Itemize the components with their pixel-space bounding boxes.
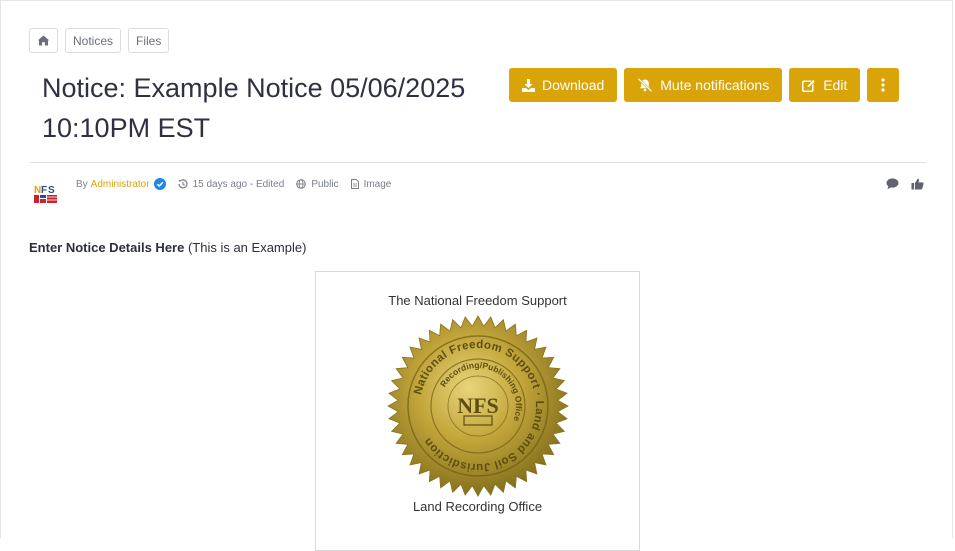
seal-center-text: NFS [457, 393, 499, 418]
mute-notifications-label: Mute notifications [660, 77, 770, 93]
header-divider [29, 162, 926, 163]
details-note: (This is an Example) [184, 240, 307, 255]
history-icon [177, 179, 188, 189]
breadcrumb-files[interactable]: Files [128, 28, 170, 53]
details-heading: Enter Notice Details Here [29, 240, 185, 255]
certificate-bottom-text: Land Recording Office [412, 499, 543, 514]
edit-icon [802, 78, 816, 92]
author-avatar[interactable]: N F S [33, 181, 59, 205]
certificate-top-text: The National Freedom Support [388, 293, 567, 308]
notice-details: Enter Notice Details Here (This is an Ex… [29, 240, 306, 255]
more-options-button[interactable] [867, 68, 900, 102]
breadcrumb-home[interactable] [29, 28, 58, 53]
post-time[interactable]: 15 days ago - Edited [177, 178, 285, 190]
download-label: Download [542, 77, 605, 93]
download-button[interactable]: Download [509, 68, 618, 102]
author-link[interactable]: Administrator [91, 179, 150, 190]
notice-image[interactable]: The National Freedom Support National Fr… [315, 271, 640, 551]
post-reactions [886, 178, 924, 190]
edit-button[interactable]: Edit [789, 68, 861, 102]
type-label: Image [363, 178, 392, 190]
download-icon [522, 78, 535, 92]
svg-text:S: S [48, 185, 55, 196]
mute-notifications-button[interactable]: Mute notifications [624, 68, 783, 102]
svg-text:F: F [41, 185, 47, 196]
home-icon [37, 35, 50, 46]
post-type: Image [350, 178, 392, 190]
bell-slash-icon [637, 78, 653, 92]
thumbs-up-icon[interactable] [911, 178, 924, 190]
by-label: By [76, 178, 88, 190]
edit-label: Edit [823, 77, 848, 93]
file-icon [350, 179, 359, 189]
globe-icon [296, 179, 307, 189]
post-time-label: 15 days ago - Edited [192, 178, 285, 190]
breadcrumb-notices[interactable]: Notices [65, 28, 122, 53]
comment-icon[interactable] [886, 178, 899, 190]
breadcrumb: Notices Files [29, 28, 170, 53]
page-title: Notice: Example Notice 05/06/2025 10:10P… [42, 73, 466, 143]
action-bar: Download Mute notifications Edit [509, 68, 900, 102]
vertical-ellipsis-icon [881, 78, 885, 92]
verified-badge-icon [153, 178, 166, 190]
post-visibility: Public [296, 178, 339, 190]
post-meta: By Administrator 15 days ago - Edited Pu… [76, 178, 403, 190]
gold-seal-image: National Freedom Support · Land and Soil… [387, 315, 569, 497]
visibility-label: Public [311, 178, 339, 190]
